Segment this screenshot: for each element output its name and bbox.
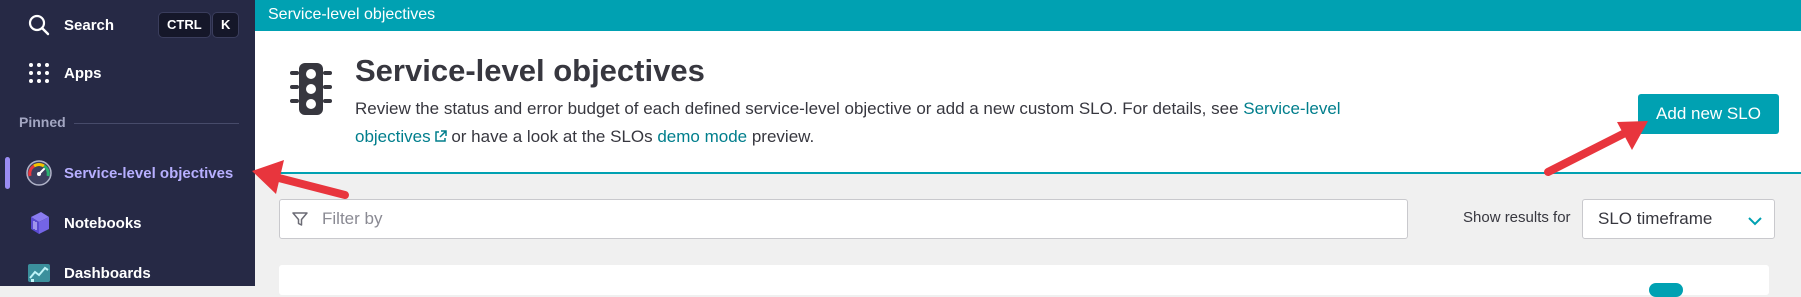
shortcut-ctrl-key: CTRL [158, 12, 211, 38]
sidebar-item-label: Service-level objectives [64, 164, 234, 182]
sidebar: Search CTRL K Apps Pinned Service-level … [0, 0, 255, 286]
apps-item[interactable]: Apps [0, 53, 255, 93]
slo-timeframe-select[interactable]: SLO timeframe [1582, 199, 1775, 239]
dashboards-icon [24, 258, 54, 288]
select-value: SLO timeframe [1598, 209, 1713, 228]
search-icon [24, 10, 54, 40]
filter-bar[interactable] [279, 199, 1408, 239]
filter-input[interactable] [320, 206, 1384, 232]
notebooks-icon [24, 208, 54, 238]
apps-label: Apps [64, 64, 102, 82]
apps-grid-icon [24, 58, 54, 88]
page-header: Service-level objectives Review the stat… [255, 31, 1801, 174]
pinned-divider [74, 123, 239, 124]
chevron-down-icon [1748, 213, 1762, 231]
page-description: Review the status and error budget of ea… [355, 95, 1355, 152]
slo-list-card [279, 265, 1769, 297]
sidebar-item-notebooks[interactable]: Notebooks [0, 203, 255, 243]
demo-mode-link[interactable]: demo mode [657, 127, 747, 146]
add-new-slo-button[interactable]: Add new SLO [1638, 94, 1779, 134]
filter-icon [292, 211, 308, 232]
sidebar-item-dashboards[interactable]: Dashboards [0, 253, 255, 293]
traffic-light-icon [287, 61, 335, 122]
sidebar-item-label: Dashboards [64, 264, 151, 282]
description-text-end: preview. [747, 127, 815, 146]
pinned-section-title: Pinned [19, 114, 66, 130]
breadcrumb: Service-level objectives [255, 0, 1801, 31]
gauge-icon [24, 158, 54, 188]
search-label: Search [64, 16, 115, 34]
sidebar-item-service-level-objectives[interactable]: Service-level objectives [0, 153, 255, 193]
external-link-icon [434, 124, 447, 152]
main-content: Service-level objectives Service-level o… [255, 0, 1801, 297]
sidebar-item-label: Notebooks [64, 214, 142, 232]
page-title: Service-level objectives [355, 53, 705, 88]
status-pill [1649, 283, 1683, 297]
description-text-start: Review the status and error budget of ea… [355, 99, 1244, 118]
description-text-mid: or have a look at the SLOs [446, 127, 658, 146]
show-results-label: Show results for [1463, 209, 1571, 226]
shortcut-k-key: K [212, 12, 240, 38]
